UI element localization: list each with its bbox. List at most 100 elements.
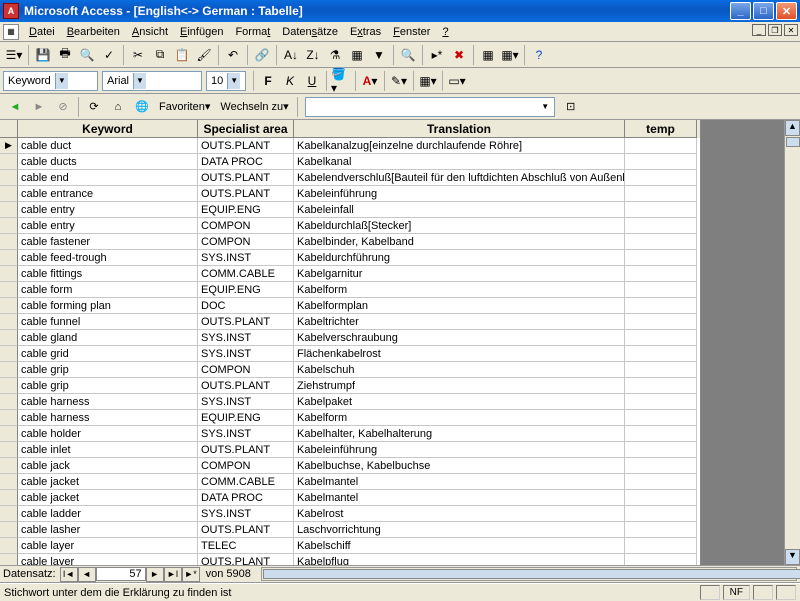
cell-temp[interactable]: [625, 330, 697, 346]
table-row[interactable]: cable lasherOUTS.PLANTLaschvorrichtung: [0, 522, 700, 538]
print-button[interactable]: 🖶: [54, 44, 76, 66]
copy-button[interactable]: ⧉: [149, 44, 171, 66]
cell-specialist[interactable]: OUTS.PLANT: [198, 554, 294, 565]
underline-button[interactable]: U: [301, 70, 323, 92]
cell-translation[interactable]: Kabelendverschluß[Bauteil für den luftdi…: [294, 170, 625, 186]
nav-back-button[interactable]: ◄: [3, 96, 27, 118]
cell-translation[interactable]: Kabelschuh: [294, 362, 625, 378]
object-combo[interactable]: Keyword▼: [3, 71, 98, 91]
row-selector[interactable]: [0, 218, 18, 234]
cell-temp[interactable]: [625, 138, 697, 154]
cell-translation[interactable]: Kabelschiff: [294, 538, 625, 554]
cell-temp[interactable]: [625, 298, 697, 314]
table-row[interactable]: cable layerOUTS.PLANTKabelpflug: [0, 554, 700, 565]
row-selector[interactable]: [0, 522, 18, 538]
cell-keyword[interactable]: cable end: [18, 170, 198, 186]
cell-translation[interactable]: Kabelbuchse, Kabelbuchse: [294, 458, 625, 474]
cell-translation[interactable]: Kabeldurchführung: [294, 250, 625, 266]
cell-translation[interactable]: Kabelkanal: [294, 154, 625, 170]
cell-keyword[interactable]: cable grid: [18, 346, 198, 362]
cell-keyword[interactable]: cable harness: [18, 394, 198, 410]
cell-temp[interactable]: [625, 426, 697, 442]
cell-keyword[interactable]: cable duct: [18, 138, 198, 154]
row-selector[interactable]: [0, 442, 18, 458]
cell-temp[interactable]: [625, 490, 697, 506]
cell-temp[interactable]: [625, 458, 697, 474]
cut-button[interactable]: ✂: [127, 44, 149, 66]
scroll-thumb[interactable]: [786, 137, 800, 147]
cell-specialist[interactable]: COMPON: [198, 218, 294, 234]
cell-translation[interactable]: Kabelkanalzug[einzelne durchlaufende Röh…: [294, 138, 625, 154]
undo-button[interactable]: ↶: [222, 44, 244, 66]
cell-temp[interactable]: [625, 410, 697, 426]
current-record-input[interactable]: [96, 567, 146, 581]
cell-keyword[interactable]: cable feed-trough: [18, 250, 198, 266]
table-row[interactable]: cable endOUTS.PLANTKabelendverschluß[Bau…: [0, 170, 700, 186]
window-maximize-button[interactable]: □: [753, 2, 774, 20]
cell-specialist[interactable]: SYS.INST: [198, 346, 294, 362]
cell-specialist[interactable]: DATA PROC: [198, 490, 294, 506]
cell-temp[interactable]: [625, 314, 697, 330]
cell-translation[interactable]: Kabelpflug: [294, 554, 625, 565]
goto-dropdown[interactable]: Wechseln zu ▾: [215, 96, 293, 118]
save-button[interactable]: 💾: [32, 44, 54, 66]
filter-selection-button[interactable]: ⚗: [324, 44, 346, 66]
menu-fenster[interactable]: Fenster: [387, 24, 436, 40]
view-button[interactable]: ☰▾: [3, 44, 25, 66]
menu-einfuegen[interactable]: Einfügen: [174, 24, 229, 40]
cell-translation[interactable]: Kabeleinfall: [294, 202, 625, 218]
cell-specialist[interactable]: COMM.CABLE: [198, 474, 294, 490]
cell-translation[interactable]: Kabeleinführung: [294, 186, 625, 202]
cell-specialist[interactable]: COMM.CABLE: [198, 266, 294, 282]
fill-color-button[interactable]: 🪣▾: [330, 70, 352, 92]
row-selector[interactable]: [0, 378, 18, 394]
cell-temp[interactable]: [625, 346, 697, 362]
column-header-keyword[interactable]: Keyword: [18, 120, 198, 138]
cell-keyword[interactable]: cable holder: [18, 426, 198, 442]
nav-search-button[interactable]: 🌐: [130, 96, 154, 118]
cell-keyword[interactable]: cable inlet: [18, 442, 198, 458]
row-selector[interactable]: [0, 154, 18, 170]
cell-translation[interactable]: Kabeleinführung: [294, 442, 625, 458]
cell-keyword[interactable]: cable fastener: [18, 234, 198, 250]
cell-temp[interactable]: [625, 538, 697, 554]
gridlines-button[interactable]: ▦▾: [417, 70, 439, 92]
nav-go-button[interactable]: ⊡: [559, 96, 583, 118]
mdi-document-icon[interactable]: ▦: [3, 24, 19, 40]
cell-translation[interactable]: Laschvorrichtung: [294, 522, 625, 538]
table-row[interactable]: cable entranceOUTS.PLANTKabeleinführung: [0, 186, 700, 202]
hyperlink-button[interactable]: 🔗: [251, 44, 273, 66]
select-all-box[interactable]: [0, 120, 18, 138]
table-row[interactable]: cable entryEQUIP.ENGKabeleinfall: [0, 202, 700, 218]
table-row[interactable]: cable holderSYS.INSTKabelhalter, Kabelha…: [0, 426, 700, 442]
cell-temp[interactable]: [625, 378, 697, 394]
cell-specialist[interactable]: OUTS.PLANT: [198, 186, 294, 202]
window-minimize-button[interactable]: _: [730, 2, 751, 20]
cell-specialist[interactable]: SYS.INST: [198, 330, 294, 346]
cell-translation[interactable]: Kabelformplan: [294, 298, 625, 314]
table-row[interactable]: cable layerTELECKabelschiff: [0, 538, 700, 554]
row-selector[interactable]: [0, 346, 18, 362]
row-selector[interactable]: [0, 474, 18, 490]
column-header-translation[interactable]: Translation: [294, 120, 625, 138]
menu-ansicht[interactable]: Ansicht: [126, 24, 174, 40]
new-object-button[interactable]: ▦▾: [499, 44, 521, 66]
cell-temp[interactable]: [625, 186, 697, 202]
cell-specialist[interactable]: EQUIP.ENG: [198, 410, 294, 426]
prev-record-button[interactable]: ◄: [78, 567, 96, 582]
row-selector[interactable]: [0, 234, 18, 250]
cell-translation[interactable]: Kabelmantel: [294, 490, 625, 506]
favorites-dropdown[interactable]: Favoriten ▾: [154, 96, 215, 118]
cell-keyword[interactable]: cable entrance: [18, 186, 198, 202]
first-record-button[interactable]: I◄: [60, 567, 78, 582]
scroll-up-button[interactable]: ▲: [785, 120, 800, 136]
cell-keyword[interactable]: cable grip: [18, 378, 198, 394]
cell-temp[interactable]: [625, 522, 697, 538]
cell-translation[interactable]: Kabeltrichter: [294, 314, 625, 330]
table-row[interactable]: cable gripOUTS.PLANTZiehstrumpf: [0, 378, 700, 394]
cell-translation[interactable]: Kabeldurchlaß[Stecker]: [294, 218, 625, 234]
find-button[interactable]: 🔍: [397, 44, 419, 66]
italic-button[interactable]: K: [279, 70, 301, 92]
cell-temp[interactable]: [625, 474, 697, 490]
row-selector[interactable]: [0, 202, 18, 218]
